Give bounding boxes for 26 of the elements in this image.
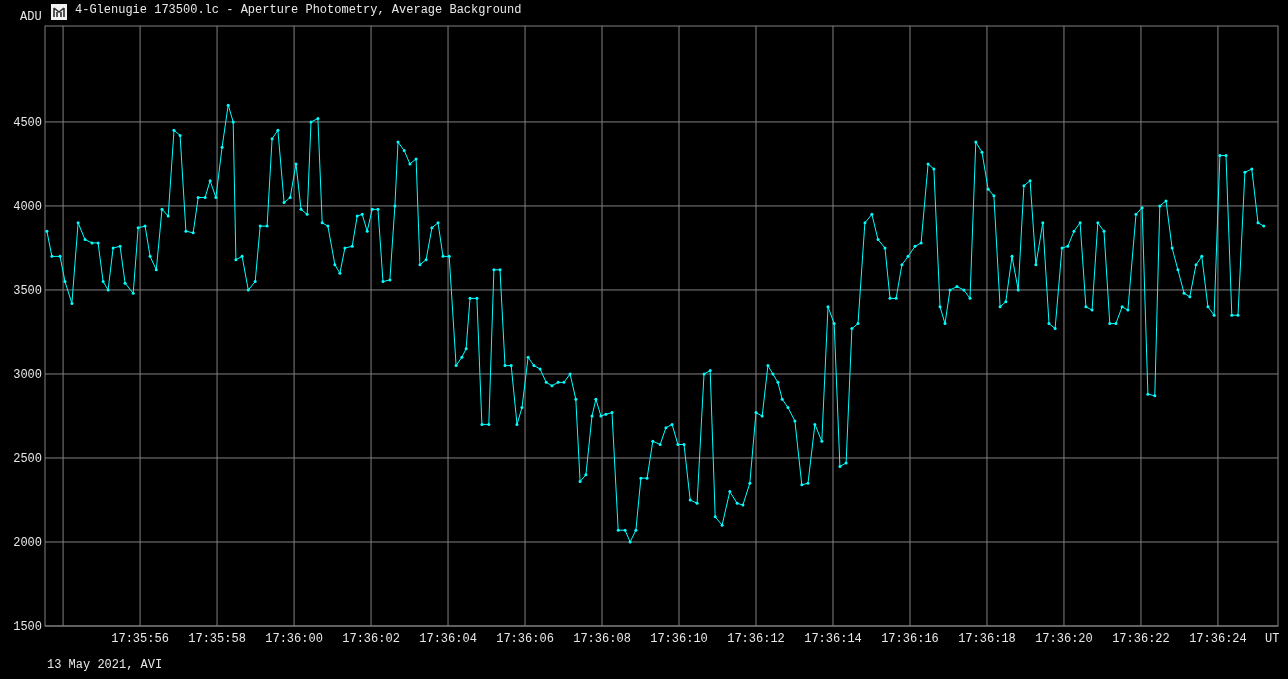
y-tick-label: 4000 <box>13 199 42 214</box>
x-tick-label: 17:36:14 <box>804 632 862 646</box>
x-tick-label: 17:35:56 <box>111 632 169 646</box>
x-tick-label: 17:36:04 <box>419 632 477 646</box>
window-title: 4-Glenugie 173500.lc - Aperture Photometry, Average Background <box>75 2 522 19</box>
y-tick-label: 2500 <box>13 452 42 466</box>
x-tick-label: 17:36:08 <box>573 632 631 646</box>
y-tick-label: 3000 <box>13 367 42 382</box>
x-tick-label: 17:35:58 <box>188 632 246 646</box>
y-axis-label: ADU <box>20 10 43 24</box>
x-tick-label: 17:36:20 <box>1035 632 1093 646</box>
y-tick-label: 3500 <box>13 283 42 298</box>
x-tick-label: 17:36:16 <box>881 632 939 646</box>
x-tick-label: 17:36:22 <box>1112 632 1170 646</box>
x-tick-label: 17:36:24 <box>1189 632 1247 646</box>
x-tick-label: 17:36:18 <box>958 632 1016 646</box>
x-tick-label: 17:36:10 <box>650 632 708 646</box>
x-tick-label: 17:36:06 <box>496 632 554 646</box>
y-tick-label: 1500 <box>13 620 42 634</box>
y-tick-label: 4500 <box>13 115 42 130</box>
y-tick-label: 2000 <box>13 536 42 550</box>
x-tick-label: 17:36:12 <box>727 632 785 646</box>
x-tick-label: 17:36:00 <box>265 632 323 646</box>
x-axis-label: UT <box>1265 632 1280 646</box>
date-caption: 13 May 2021, AVI <box>47 657 163 674</box>
x-tick-label: 17:36:02 <box>342 632 400 646</box>
